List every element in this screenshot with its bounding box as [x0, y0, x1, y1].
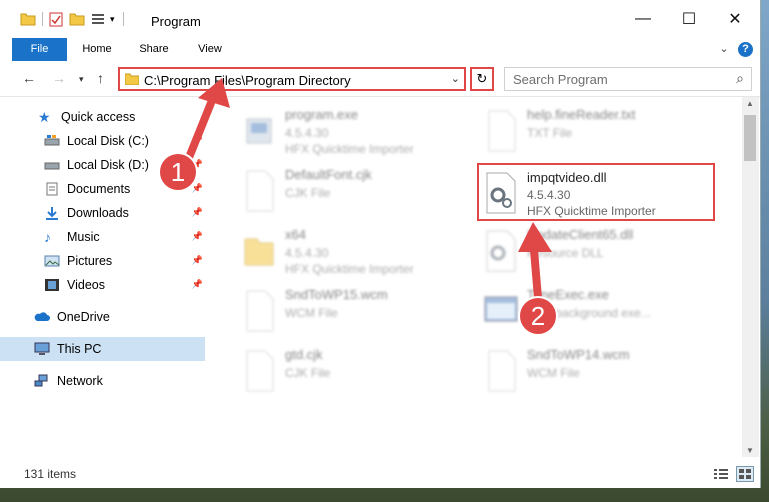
annotation-overlay [184, 78, 552, 302]
step-badge-2: 2 [518, 296, 558, 336]
arrow-2 [518, 222, 552, 302]
arrow-1 [184, 78, 230, 164]
step-badge-1: 1 [158, 152, 198, 192]
